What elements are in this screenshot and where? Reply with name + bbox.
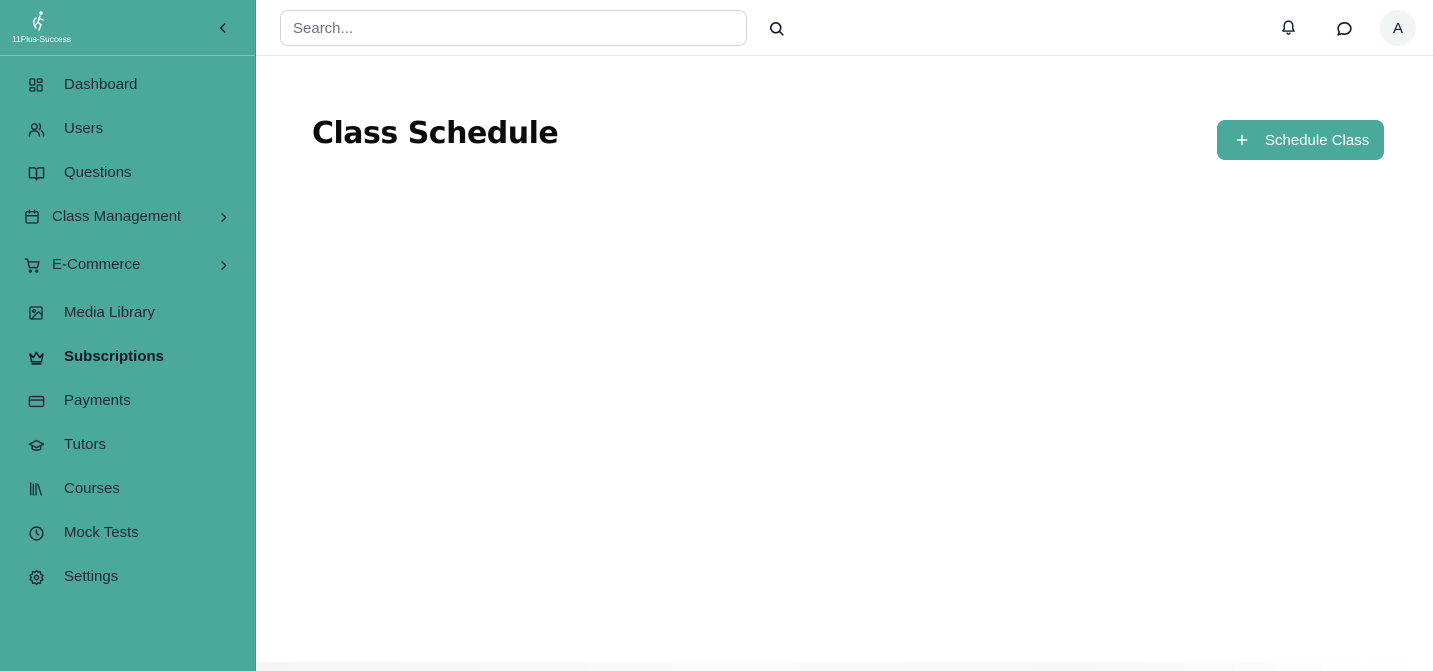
bell-icon — [1280, 19, 1297, 36]
search-button[interactable] — [766, 18, 786, 38]
avatar[interactable]: A — [1380, 10, 1416, 46]
sidebar-item-dashboard[interactable]: Dashboard — [0, 64, 255, 104]
sidebar-item-label: Mock Tests — [64, 523, 139, 541]
sidebar-item-label: Tutors — [64, 435, 106, 453]
sidebar-item-courses[interactable]: Courses — [0, 468, 255, 508]
sidebar-item-class-management[interactable]: Class Management — [0, 196, 255, 236]
plus-icon — [1233, 131, 1251, 149]
logo-text: 11Plus-Success — [12, 34, 71, 44]
sidebar-item-questions[interactable]: Questions — [0, 152, 255, 192]
sidebar-item-label: Class Management — [52, 207, 182, 225]
image-icon — [27, 304, 45, 322]
sidebar-item-label: E-Commerce — [52, 255, 141, 273]
chevron-right-icon — [214, 208, 232, 226]
schedule-class-label: Schedule Class — [1265, 131, 1370, 149]
library-icon — [27, 480, 45, 498]
credit-card-icon — [27, 392, 45, 410]
chevron-right-icon — [214, 256, 232, 274]
sidebar-item-e-commerce[interactable]: E-Commerce — [0, 244, 255, 284]
sidebar-item-label: Media Library — [64, 303, 155, 321]
app-root: 11Plus-Success Dashboard Users Questions… — [0, 0, 1433, 671]
sidebar-item-tutors[interactable]: Tutors — [0, 424, 255, 464]
messages-button[interactable] — [1334, 18, 1354, 38]
collapse-sidebar-button[interactable] — [213, 18, 233, 38]
sidebar-item-settings[interactable]: Settings — [0, 556, 255, 596]
sidebar-item-label: Settings — [64, 567, 119, 585]
book-open-icon — [27, 164, 45, 182]
sidebar-item-mock-tests[interactable]: Mock Tests — [0, 512, 255, 552]
logo[interactable]: 11Plus-Success — [12, 10, 76, 46]
users-icon — [27, 120, 45, 138]
sidebar: 11Plus-Success Dashboard Users Questions… — [0, 0, 256, 671]
schedule-class-button[interactable]: Schedule Class — [1217, 120, 1384, 160]
sidebar-item-label: Questions — [64, 163, 132, 181]
page-title: Class Schedule — [312, 116, 559, 151]
sidebar-item-label: Courses — [64, 479, 120, 497]
message-circle-icon — [1336, 20, 1353, 37]
crown-icon — [27, 348, 45, 366]
clock-icon — [27, 524, 45, 542]
sidebar-item-subscriptions[interactable]: Subscriptions — [0, 336, 255, 376]
notifications-button[interactable] — [1278, 17, 1298, 37]
logo-runner-icon — [28, 10, 50, 32]
shopping-cart-icon — [23, 256, 41, 274]
sidebar-item-label: Payments — [64, 391, 131, 409]
sidebar-item-label: Users — [64, 119, 104, 137]
gear-icon — [27, 568, 45, 586]
sidebar-header: 11Plus-Success — [0, 0, 255, 56]
chevron-left-icon — [216, 21, 230, 35]
graduation-cap-icon — [27, 436, 45, 454]
sidebar-item-users[interactable]: Users — [0, 108, 255, 148]
bottom-edge-shadow — [256, 662, 1433, 671]
sidebar-item-label: Dashboard — [64, 75, 138, 93]
dashboard-grid-icon — [27, 76, 45, 94]
search-input[interactable] — [280, 10, 747, 46]
sidebar-item-payments[interactable]: Payments — [0, 380, 255, 420]
calendar-icon — [23, 208, 41, 226]
sidebar-item-label: Subscriptions — [64, 347, 165, 365]
search-icon — [768, 20, 785, 37]
topbar: A — [256, 0, 1433, 56]
sidebar-item-media-library[interactable]: Media Library — [0, 292, 255, 332]
